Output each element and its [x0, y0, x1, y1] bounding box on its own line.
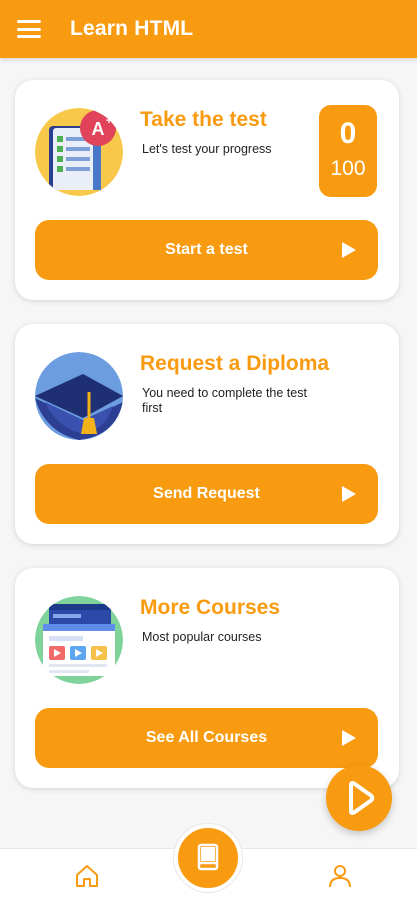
card-title: Request a Diploma	[140, 352, 330, 375]
card-subtitle: Let's test your progress	[142, 142, 272, 156]
card-title: More Courses	[140, 596, 281, 619]
card-subtitle: Most popular courses	[142, 630, 262, 644]
svg-text:A: A	[92, 119, 105, 139]
graduation-cap-icon	[35, 352, 123, 440]
svg-text:+: +	[106, 115, 112, 127]
see-all-courses-button[interactable]: See All Courses	[35, 708, 378, 768]
play-icon	[349, 781, 375, 815]
hamburger-menu-icon[interactable]	[17, 20, 41, 38]
app-bar: Learn HTML	[0, 0, 417, 58]
home-icon[interactable]	[74, 863, 100, 889]
score-max: 100	[330, 157, 366, 180]
card-title: Take the test	[140, 108, 267, 131]
user-icon[interactable]	[327, 863, 353, 889]
card-subtitle: You need to complete the test first	[142, 386, 307, 415]
send-request-button[interactable]: Send Request	[35, 464, 378, 524]
course-windows-icon	[35, 596, 123, 684]
request-diploma-card: Request a Diploma You need to complete t…	[15, 324, 399, 544]
play-icon	[342, 242, 356, 258]
score-badge: 0 100	[319, 105, 377, 197]
play-icon	[342, 730, 356, 746]
button-label: Start a test	[165, 241, 248, 258]
more-courses-card: More Courses Most popular courses See Al…	[15, 568, 399, 788]
button-label: See All Courses	[145, 729, 268, 746]
app-title: Learn HTML	[70, 17, 194, 40]
start-test-button[interactable]: Start a test	[35, 220, 378, 280]
button-label: Send Request	[153, 485, 260, 502]
take-test-card: A + Take the test Let's test your progre…	[15, 80, 399, 300]
test-sheet-grade-a-icon: A +	[35, 108, 123, 196]
play-icon	[342, 486, 356, 502]
play-fab-button[interactable]	[326, 765, 392, 831]
score-value: 0	[339, 117, 357, 150]
book-icon[interactable]	[174, 824, 242, 892]
